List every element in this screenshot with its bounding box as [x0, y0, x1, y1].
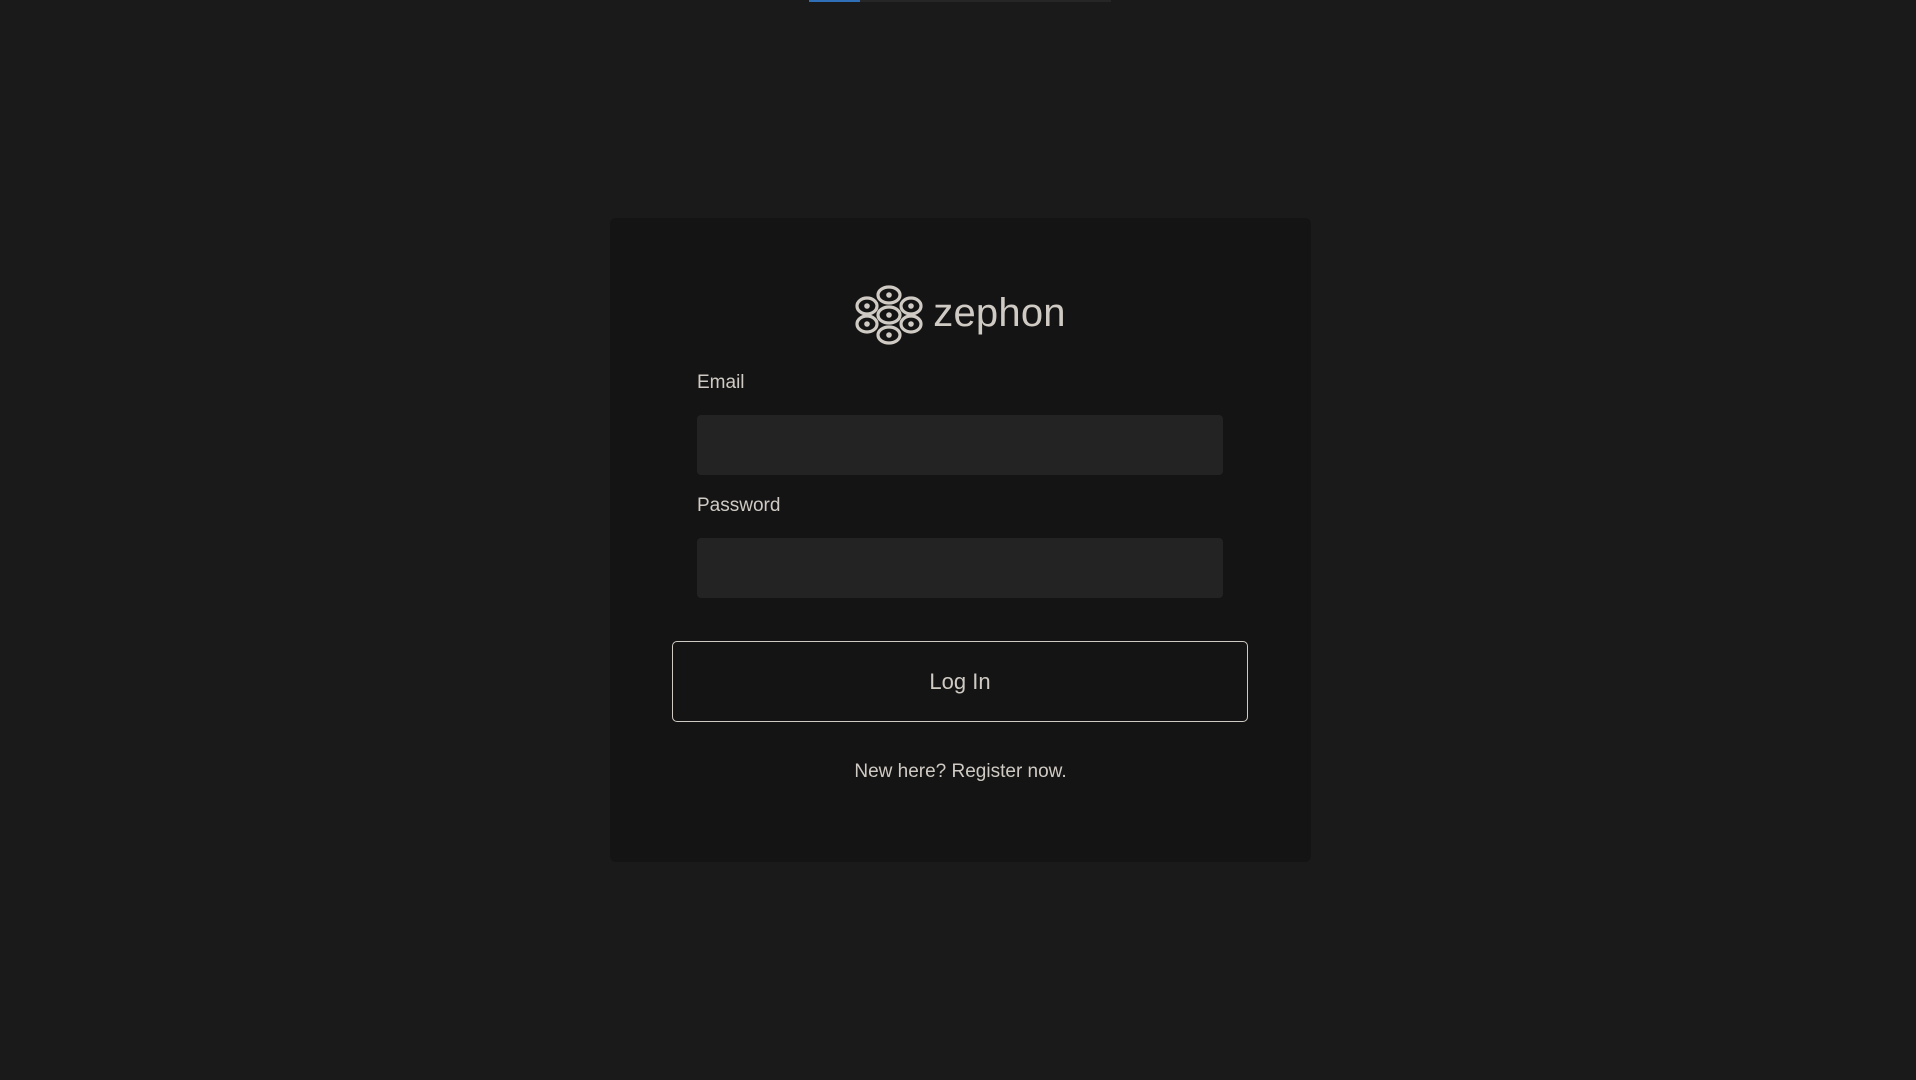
brand-name: zephon — [933, 291, 1066, 335]
login-button[interactable]: Log In — [672, 641, 1248, 722]
password-field[interactable] — [697, 538, 1223, 598]
zephon-logo-icon — [855, 285, 923, 345]
password-label: Password — [697, 495, 781, 516]
page-loading-bar-fill — [809, 0, 861, 2]
register-link[interactable]: New here? Register now. — [610, 761, 1311, 783]
brand-header: zephon — [610, 284, 1311, 346]
page-loading-bar — [809, 0, 1111, 2]
email-field[interactable] — [697, 415, 1223, 475]
login-card: zephon Email Password Log In New here? R… — [610, 218, 1311, 862]
email-label: Email — [697, 372, 745, 393]
